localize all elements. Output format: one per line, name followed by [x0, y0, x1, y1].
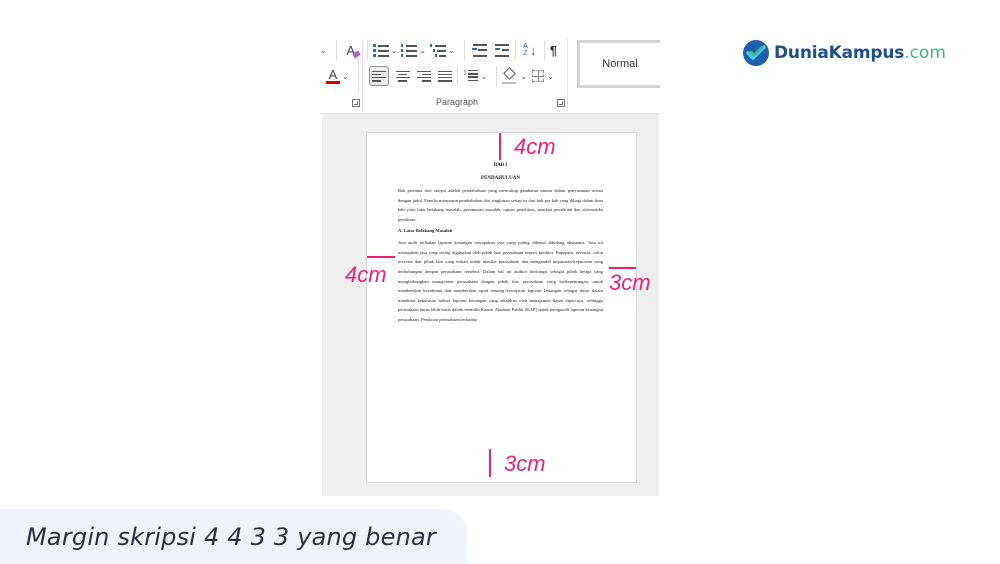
increase-indent-icon[interactable]	[492, 40, 510, 60]
right-margin-marker	[609, 267, 636, 269]
pilcrow-icon[interactable]: ¶	[550, 40, 557, 60]
align-left-icon	[371, 70, 386, 82]
section-heading: A. Latar Belakang Masalah	[398, 227, 453, 233]
ribbon-row-bottom: A ⌄ ↕ ⌄ ⌄ ⌄	[320, 59, 558, 93]
sort-icon[interactable]: A Z ↓	[521, 40, 539, 60]
chevron-down-icon[interactable]: ⌄	[320, 40, 327, 60]
document-page[interactable]: BAB I PENDAHULUAN Bab pertama dari skrip…	[366, 132, 637, 483]
bullets-icon[interactable]	[372, 40, 389, 60]
bottom-margin-label: 3cm	[504, 451, 546, 476]
font-color-glyph: A	[326, 68, 340, 84]
top-margin-marker	[499, 133, 501, 160]
divider	[357, 59, 359, 93]
justify-icon[interactable]	[437, 66, 452, 86]
paragraph-group-label: Paragraph	[435, 97, 479, 107]
divider	[496, 66, 498, 86]
multilevel-list-icon[interactable]	[430, 40, 447, 60]
caption-text: Margin skripsi 4 4 3 3 yang benar	[26, 523, 436, 551]
chevron-down-icon[interactable]: ⌄	[448, 40, 455, 60]
chevron-down-icon[interactable]: ⌄	[419, 40, 426, 60]
chapter-title: PENDAHULUAN	[481, 175, 520, 181]
numbering-icon[interactable]	[401, 40, 418, 60]
align-right-icon[interactable]	[416, 66, 431, 86]
checkmark-logo-icon	[743, 40, 769, 66]
divider	[335, 40, 337, 60]
intro-paragraph: Bab pertama dari skripsi adalah pendahul…	[398, 188, 603, 222]
body-paragraph: Jasa audit terhadap laporan keuangan mer…	[398, 240, 603, 322]
document-body: BAB I PENDAHULUAN Bab pertama dari skrip…	[398, 161, 603, 325]
decrease-indent-icon[interactable]	[470, 40, 488, 60]
brand-logo[interactable]: DuniaKampus .com	[743, 40, 946, 66]
brand-name: DuniaKampus	[774, 43, 905, 63]
chevron-down-icon[interactable]: ⌄	[342, 66, 349, 86]
font-dialog-launcher-icon[interactable]	[352, 99, 360, 107]
divider	[456, 66, 458, 86]
group-divider	[567, 39, 568, 111]
style-normal[interactable]: Normal	[577, 40, 660, 88]
document-canvas: BAB I PENDAHULUAN Bab pertama dari skrip…	[322, 114, 659, 496]
right-margin-label: 3cm	[609, 270, 651, 295]
left-margin-label: 4cm	[345, 262, 387, 287]
sort-az-glyph: AZ	[523, 43, 528, 57]
chevron-down-icon[interactable]: ⌄	[547, 66, 554, 86]
word-ribbon: ⌄ A ⌄ ⌄ ⌄ A Z ↓ ¶ A ⌄ ↕ ⌄ ⌄ ⌄ Paragraph …	[320, 35, 660, 113]
brand-tld: .com	[904, 43, 946, 63]
shading-icon[interactable]	[502, 66, 518, 86]
line-spacing-icon[interactable]: ↕	[463, 66, 479, 86]
caption-box: Margin skripsi 4 4 3 3 yang benar	[0, 509, 467, 564]
divider	[463, 40, 465, 60]
left-margin-marker	[367, 256, 395, 258]
ribbon-row-top: ⌄ A ⌄ ⌄ ⌄ A Z ↓ ¶	[320, 38, 557, 62]
font-color-icon[interactable]: A	[326, 66, 340, 86]
divider	[543, 40, 545, 60]
borders-icon[interactable]	[531, 66, 545, 86]
chevron-down-icon[interactable]: ⌄	[520, 66, 527, 86]
chevron-down-icon[interactable]: ⌄	[391, 40, 398, 60]
chevron-down-icon[interactable]: ⌄	[481, 66, 488, 86]
divider	[366, 40, 368, 60]
chapter-number: BAB I	[493, 163, 508, 168]
bottom-margin-marker	[489, 449, 491, 477]
align-center-icon[interactable]	[395, 66, 410, 86]
align-left-button[interactable]	[368, 66, 389, 86]
divider	[514, 40, 516, 60]
top-margin-label: 4cm	[514, 134, 556, 159]
paragraph-dialog-launcher-icon[interactable]	[557, 99, 565, 107]
clear-formatting-icon[interactable]: A	[342, 40, 361, 60]
